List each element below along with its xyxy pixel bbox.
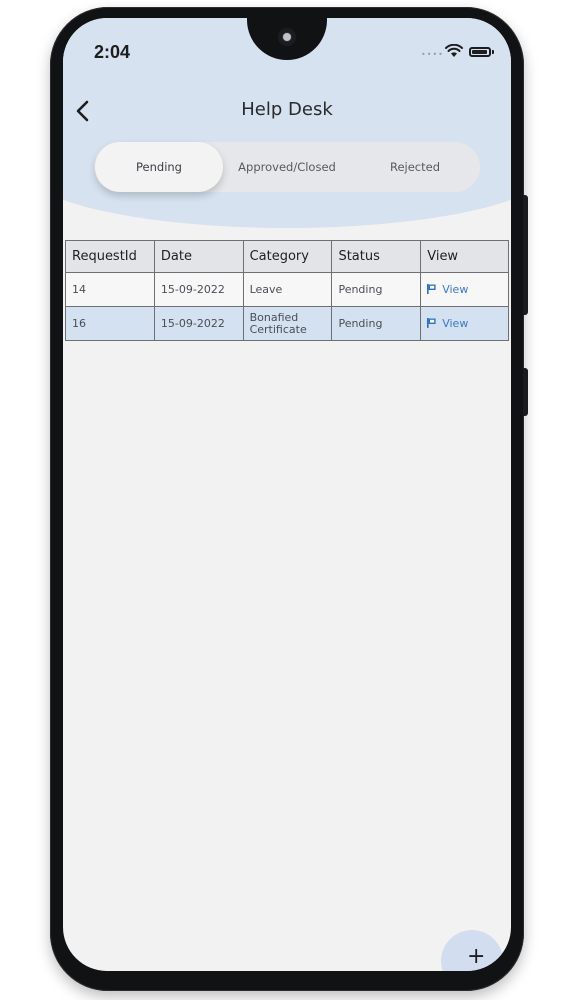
signal-dots-icon: •••• — [421, 50, 444, 59]
cell-category: Bonafied Certificate — [242, 306, 333, 341]
category-line: Bonafied — [249, 310, 299, 324]
view-link[interactable]: View — [427, 283, 468, 296]
front-camera — [278, 28, 296, 46]
table-row: 16 15-09-2022 Bonafied Certificate Pendi… — [65, 306, 509, 341]
column-header-request-id: RequestId — [65, 240, 155, 273]
view-link[interactable]: View — [427, 317, 468, 330]
status-time: 2:04 — [94, 42, 131, 62]
column-header-status: Status — [331, 240, 422, 273]
tab-rejected[interactable]: Rejected — [351, 142, 479, 192]
flag-icon — [427, 283, 436, 294]
column-header-date: Date — [153, 240, 244, 273]
cell-category: Leave — [242, 272, 333, 307]
wifi-icon — [445, 44, 463, 57]
plus-icon: + — [467, 944, 486, 969]
battery-icon — [469, 47, 494, 57]
app-screen: 2:04 •••• Help Desk Pending Approved/Clo… — [63, 18, 511, 971]
requests-table: RequestId Date Category Status View 14 1… — [65, 240, 509, 341]
volume-button — [523, 195, 528, 315]
cell-status: Pending — [331, 306, 422, 341]
status-tabs: Pending Approved/Closed Rejected — [94, 142, 480, 192]
tab-pending[interactable]: Pending — [95, 142, 223, 192]
tab-approved-closed[interactable]: Approved/Closed — [223, 142, 351, 192]
category-line: Leave — [249, 282, 283, 296]
cell-request-id: 16 — [65, 306, 155, 341]
add-request-button[interactable]: + — [441, 930, 503, 971]
power-button — [523, 368, 528, 416]
cell-view: View — [420, 306, 509, 341]
table-row: 14 15-09-2022 Leave Pending View — [65, 272, 509, 307]
column-header-category: Category — [242, 240, 333, 273]
cell-date: 15-09-2022 — [153, 272, 244, 307]
table-header-row: RequestId Date Category Status View — [65, 240, 509, 273]
status-icons: •••• — [419, 44, 499, 60]
cell-view: View — [420, 272, 509, 307]
page-title: Help Desk — [241, 99, 333, 120]
flag-icon — [427, 317, 436, 328]
column-header-view: View — [420, 240, 509, 273]
category-line: Certificate — [249, 322, 307, 336]
cell-status: Pending — [331, 272, 422, 307]
view-link-label: View — [442, 316, 469, 330]
view-link-label: View — [442, 282, 469, 296]
cell-date: 15-09-2022 — [153, 306, 244, 341]
cell-request-id: 14 — [65, 272, 155, 307]
